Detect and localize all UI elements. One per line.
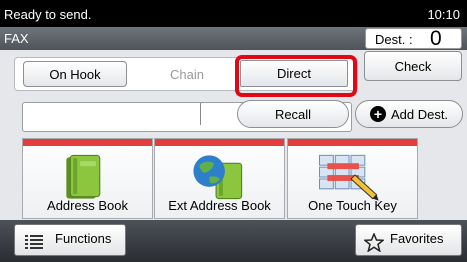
- main-panel: On Hook Chain Direct Check Recall + Add …: [0, 50, 467, 220]
- ext-address-book-tile[interactable]: Ext Address Book: [154, 138, 285, 219]
- tile-accent-strip: [23, 139, 152, 146]
- add-destination-button[interactable]: + Add Dest.: [355, 100, 463, 128]
- title-bar: FAX Dest. : 0: [0, 27, 467, 50]
- tab-on-hook-label: On Hook: [49, 66, 101, 82]
- tile-accent-strip: [155, 139, 284, 146]
- bottom-bar: Functions Favorites: [0, 220, 467, 262]
- one-touch-key-label: One Touch Key: [308, 198, 397, 213]
- check-button[interactable]: Check: [364, 51, 462, 81]
- tab-chain-label: Chain: [170, 66, 204, 82]
- plus-icon: +: [369, 106, 386, 122]
- one-touch-key-tile[interactable]: One Touch Key: [287, 138, 418, 219]
- tile-accent-strip: [288, 139, 417, 146]
- status-message: Ready to send.: [4, 7, 92, 22]
- clock: 10:10: [427, 7, 460, 22]
- list-icon: [25, 235, 43, 249]
- favorites-button[interactable]: Favorites: [355, 224, 462, 256]
- address-book-tile[interactable]: Address Book: [22, 138, 153, 219]
- page-title: FAX: [4, 31, 29, 46]
- dest-count: 0: [430, 27, 442, 50]
- destination-counter[interactable]: Dest. : 0: [365, 27, 462, 50]
- tab-on-hook[interactable]: On Hook: [23, 61, 127, 87]
- direct-highlight-frame: [235, 55, 357, 97]
- recall-button-label: Recall: [274, 106, 312, 122]
- favorites-label: Favorites: [390, 231, 444, 246]
- address-book-icon: [66, 154, 101, 199]
- recall-button[interactable]: Recall: [237, 100, 349, 128]
- ext-address-book-label: Ext Address Book: [168, 198, 271, 213]
- add-destination-label: Add Dest.: [390, 106, 449, 122]
- check-button-label: Check: [394, 58, 432, 74]
- tab-chain[interactable]: Chain: [147, 61, 227, 87]
- input-divider: [200, 103, 201, 125]
- status-bar: Ready to send. 10:10: [0, 0, 467, 27]
- functions-label: Functions: [55, 231, 112, 246]
- star-icon: [364, 233, 384, 252]
- one-touch-key-icon: [319, 154, 379, 201]
- dest-label: Dest. :: [375, 32, 413, 47]
- address-book-label: Address Book: [47, 198, 128, 213]
- ext-address-book-icon: [193, 155, 243, 200]
- functions-button[interactable]: Functions: [14, 224, 126, 256]
